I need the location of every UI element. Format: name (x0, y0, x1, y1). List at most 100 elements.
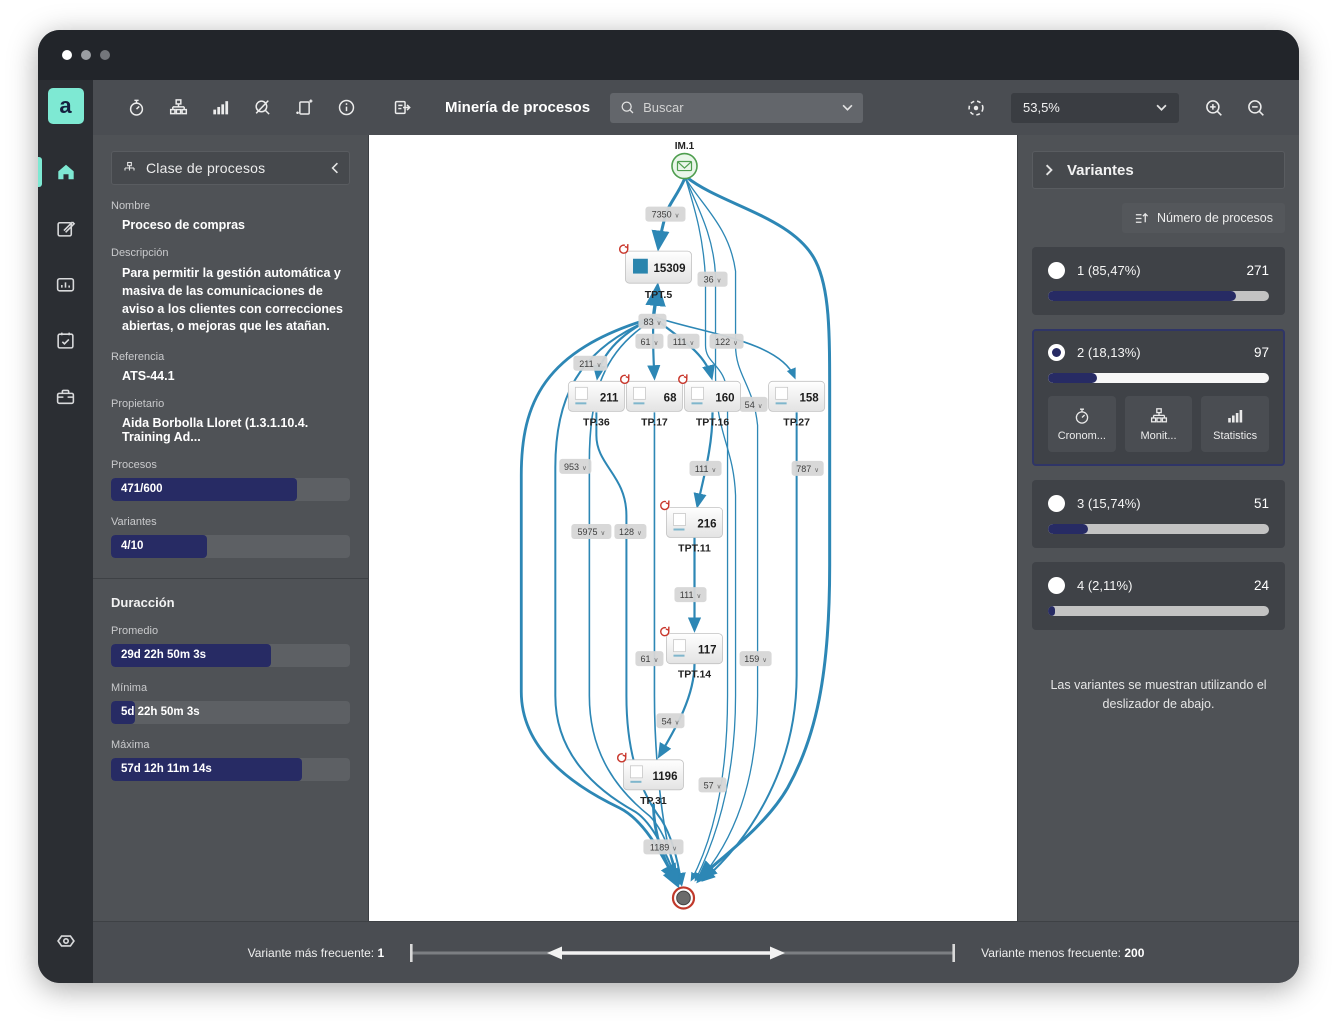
app-logo[interactable]: a (48, 88, 84, 124)
node-TP31[interactable]: 1196 TP.31 (618, 753, 684, 807)
variant-range-slider[interactable] (410, 942, 955, 964)
node-TPT14[interactable]: 117 TPT.14 (661, 627, 723, 681)
edge-label[interactable]: 111∨ (667, 334, 699, 349)
variant-1-radio[interactable] (1048, 262, 1065, 279)
variant-1-count: 271 (1246, 263, 1269, 278)
process-class-title: Clase de procesos (146, 160, 322, 176)
variant-card-4[interactable]: 4 (2,11%) 24 (1032, 562, 1285, 630)
variant-2-bar-fill (1048, 373, 1097, 383)
edge-label[interactable]: 54∨ (656, 713, 684, 728)
edge-label[interactable]: 111∨ (674, 587, 706, 602)
variant-cronometro-button[interactable]: Cronom... (1048, 396, 1116, 452)
edge-label[interactable]: 953∨ (559, 459, 591, 474)
export-icon (393, 98, 412, 117)
stopwatch-button[interactable] (119, 91, 153, 125)
node-TP36[interactable]: 211 TP.36 (568, 381, 624, 428)
sidebar-item-analytics[interactable] (38, 256, 93, 312)
analysis-search-button[interactable] (245, 91, 279, 125)
minima-progress-value: 5d 22h 50m 3s (121, 701, 200, 724)
home-icon (55, 161, 77, 183)
edge-label[interactable]: 54∨ (740, 397, 768, 412)
edge-label[interactable]: 61∨ (635, 651, 663, 666)
window-dot-minimize[interactable] (81, 50, 91, 60)
variant-statistics-button[interactable]: Statistics (1201, 396, 1269, 452)
edge-label[interactable]: 61∨ (635, 334, 663, 349)
least-frequent-label: Variante menos frecuente: 200 (981, 946, 1144, 960)
statistics-icon (211, 98, 230, 117)
stopwatch-icon (1073, 407, 1091, 425)
variants-title: Variantes (1067, 162, 1134, 179)
variant-2-label: 2 (18,13%) (1077, 345, 1242, 360)
search-box[interactable] (610, 93, 863, 123)
window-dot-close[interactable] (62, 50, 72, 60)
variant-4-radio[interactable] (1048, 577, 1065, 594)
procesos-progressbar: 471/600 (111, 478, 350, 501)
variants-header[interactable]: Variantes (1032, 151, 1285, 189)
variant-3-bar-fill (1048, 524, 1088, 534)
slider-left-handle[interactable] (547, 946, 562, 959)
slider-right-handle[interactable] (770, 946, 785, 959)
monitor-icon (1150, 407, 1168, 425)
variant-3-radio[interactable] (1048, 495, 1065, 512)
edge-label[interactable]: 36∨ (698, 272, 728, 287)
statistics-button[interactable] (203, 91, 237, 125)
variant-card-3[interactable]: 3 (15,74%) 51 (1032, 480, 1285, 548)
search-input[interactable] (643, 100, 834, 115)
info-button[interactable] (329, 91, 363, 125)
node-TP17[interactable]: 68 TP.17 (621, 374, 683, 428)
end-node[interactable] (673, 887, 694, 908)
edge-label[interactable]: 5975∨ (571, 524, 611, 539)
chevron-right-icon (1045, 164, 1053, 176)
export-button[interactable] (385, 91, 419, 125)
edge-label[interactable]: 128∨ (614, 524, 646, 539)
process-class-header[interactable]: Clase de procesos (111, 151, 350, 185)
sparkle-box-button[interactable] (287, 91, 321, 125)
svg-text:1196: 1196 (653, 771, 678, 783)
node-TP27[interactable]: 158 TP.27 (769, 381, 825, 428)
node-TPT16[interactable]: 160 TPT.16 (679, 374, 741, 428)
monitor-icon (169, 98, 188, 117)
descripcion-value: Para permitir la gestión automática y ma… (111, 265, 350, 336)
minima-label: Mínima (111, 682, 350, 694)
monitor-button[interactable] (161, 91, 195, 125)
node-TPT5[interactable]: 15309 TPT.5 (620, 244, 692, 301)
variant-monitor-button[interactable]: Monit... (1125, 396, 1193, 452)
node-TPT11[interactable]: 216 TPT.11 (661, 500, 723, 554)
sort-by-process-count-button[interactable]: Número de procesos (1122, 203, 1285, 233)
zoom-in-button[interactable] (1197, 91, 1231, 125)
variant-4-count: 24 (1254, 578, 1269, 593)
propietario-value: Aida Borbolla Lloret (1.3.1.10.4. Traini… (111, 416, 350, 444)
variant-card-2[interactable]: 2 (18,13%) 97 Cronom... (1032, 329, 1285, 466)
edge-label[interactable]: 787∨ (792, 461, 824, 476)
sidebar-item-edit[interactable] (38, 200, 93, 256)
target-icon (966, 98, 986, 118)
zoom-level-dropdown[interactable]: 53,5% (1011, 93, 1179, 123)
variant-2-radio[interactable] (1048, 344, 1065, 361)
zoom-out-button[interactable] (1239, 91, 1273, 125)
edge-label[interactable]: 83∨ (638, 314, 666, 329)
sidebar-item-home[interactable] (38, 144, 93, 200)
edge-label[interactable]: 57∨ (699, 777, 727, 792)
center-target-button[interactable] (959, 91, 993, 125)
window-dot-maximize[interactable] (100, 50, 110, 60)
process-diagram-canvas[interactable]: 7350∨ 36∨ 83∨ 61∨ 111∨ 122∨ 211∨ 54∨ 953… (369, 135, 1017, 921)
variant-card-1[interactable]: 1 (85,47%) 271 (1032, 247, 1285, 315)
edge-label[interactable]: 111∨ (689, 461, 721, 476)
maxima-progress-value: 57d 12h 11m 14s (121, 758, 212, 781)
edge-label[interactable]: 122∨ (710, 334, 744, 349)
svg-text:117: 117 (698, 645, 717, 657)
sidebar-item-briefcase[interactable] (38, 368, 93, 424)
sidebar-item-calendar[interactable] (38, 312, 93, 368)
monitor-icon (122, 161, 137, 176)
edge-label[interactable]: 1189∨ (643, 839, 683, 854)
sidebar: a (38, 80, 93, 983)
main-area: Minería de procesos 53,5% (93, 80, 1299, 983)
svg-text:TP.17: TP.17 (641, 416, 668, 428)
edge-label[interactable]: 7350∨ (645, 207, 685, 222)
start-node[interactable]: IM.1 (672, 141, 697, 179)
sidebar-item-settings[interactable] (38, 913, 93, 969)
sort-icon (1134, 211, 1149, 226)
edge-label[interactable]: 159∨ (740, 651, 772, 666)
chevron-down-icon (1156, 104, 1167, 111)
edge-label[interactable]: 211∨ (573, 356, 607, 371)
